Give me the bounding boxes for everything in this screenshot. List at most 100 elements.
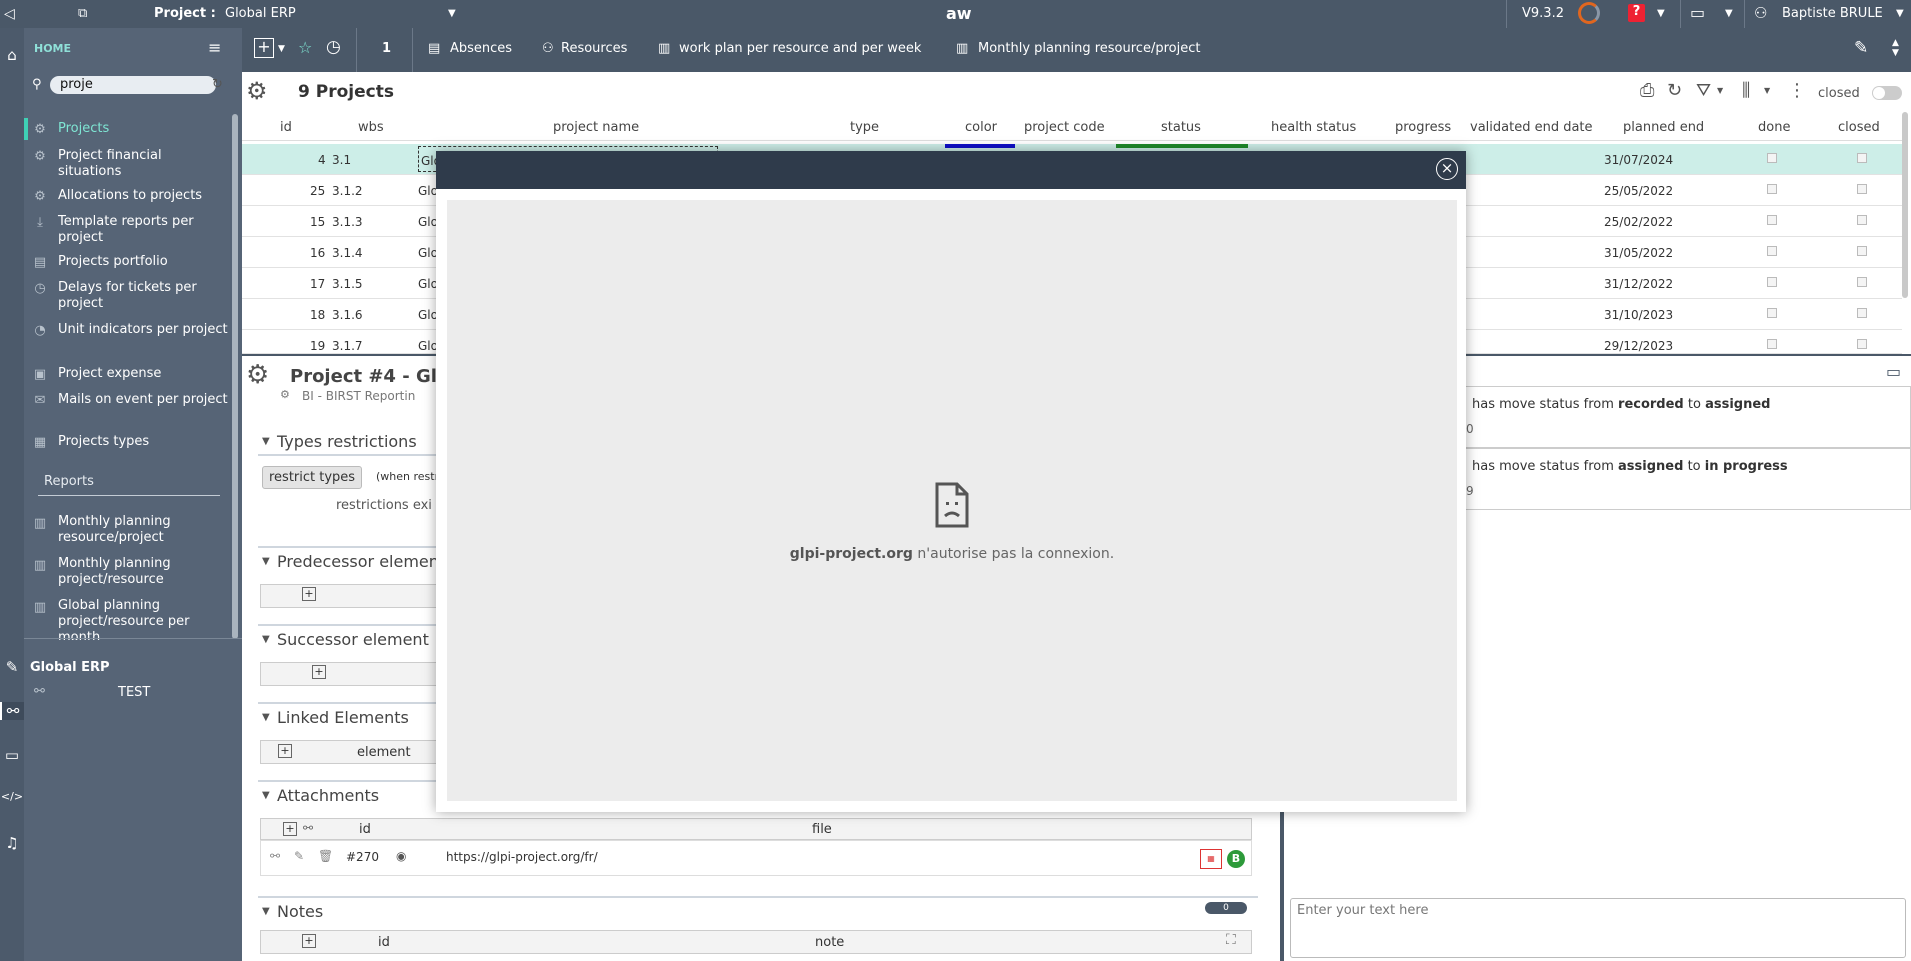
reset-icon[interactable]: ↻ [212,77,223,92]
closed-checkbox[interactable] [1857,215,1867,225]
add-attachment-icon[interactable]: + [283,822,297,836]
col-status[interactable]: status [1161,120,1201,135]
att-url[interactable]: https://glpi-project.org/fr/ [446,850,598,864]
sort-arrows-icon[interactable]: ▲ ▼ [1892,38,1899,58]
done-checkbox[interactable] [1767,153,1777,163]
chevron-down-icon[interactable]: ▼ [262,790,270,801]
restrict-types-button[interactable]: restrict types [262,466,363,489]
sidebar-item-indicators[interactable]: Unit indicators per project [58,322,228,338]
monitor-icon[interactable]: ▭ [1690,3,1705,22]
chevron-down-icon[interactable]: ▼ [1896,8,1904,19]
col-validated-end-date[interactable]: validated end date [1470,120,1593,135]
sidebar-report-global[interactable]: Global planning project/resource per mon… [58,598,228,640]
expand-icon[interactable]: ⛶ [1226,932,1236,948]
col-planned-end[interactable]: planned end [1623,120,1704,135]
section-types-restrictions[interactable]: Types restrictions [277,432,417,451]
user-icon[interactable]: ⚇ [1754,4,1767,22]
chevron-down-icon[interactable]: ▼ [262,556,270,567]
edit-icon[interactable]: ✎ [294,849,304,863]
edit-icon[interactable]: ✎ [1854,38,1868,58]
gear-icon[interactable]: ⚙ [246,360,269,390]
filter-icon[interactable]: ⛛ [1696,80,1711,101]
col-wbs[interactable]: wbs [358,120,384,135]
sidebar-item-projects[interactable]: Projects [58,121,228,137]
chevron-down-icon[interactable]: ▼ [1725,8,1733,19]
closed-checkbox[interactable] [1857,308,1867,318]
close-icon[interactable]: × [1436,158,1458,180]
more-icon[interactable]: ⋮ [1788,80,1806,101]
section-notes[interactable]: Notes [277,902,323,921]
done-checkbox[interactable] [1767,184,1777,194]
code-icon[interactable]: </> [0,790,24,803]
done-checkbox[interactable] [1767,246,1777,256]
chevron-down-icon[interactable]: ▼ [1657,8,1665,19]
sidebar-report-monthly-resource[interactable]: Monthly planning resource/project [58,514,228,546]
closed-checkbox[interactable] [1857,246,1867,256]
add-predecessor-icon[interactable]: + [302,587,316,601]
gear-icon[interactable]: ⚙ [246,77,268,105]
sidebar-report-monthly-project[interactable]: Monthly planning project/resource [58,556,228,588]
collapse-menu-icon[interactable]: ≡ [208,38,221,57]
sidebar-item-allocations[interactable]: Allocations to projects [58,188,228,204]
section-predecessor[interactable]: Predecessor elemen [277,552,439,571]
note-editor[interactable]: Enter your text here [1290,898,1906,958]
add-link-icon[interactable]: + [278,744,292,758]
link-icon[interactable]: ⚯ [303,821,313,835]
section-attachments[interactable]: Attachments [277,786,379,805]
add-icon[interactable]: + [254,38,274,58]
section-linked-elements[interactable]: Linked Elements [277,708,409,727]
closed-checkbox[interactable] [1857,184,1867,194]
done-checkbox[interactable] [1767,215,1777,225]
sidebar-item-template-reports[interactable]: Template reports per project [58,214,228,246]
chevron-down-icon[interactable]: ▼ [262,634,270,645]
col-project-name[interactable]: project name [553,120,639,135]
closed-checkbox[interactable] [1857,277,1867,287]
col-project-code[interactable]: project code [1024,120,1105,135]
search-input[interactable]: proje [50,76,216,94]
sidebar-item-types[interactable]: Projects types [58,434,228,450]
monitor-icon[interactable]: ▭ [1886,362,1901,381]
done-checkbox[interactable] [1767,277,1777,287]
done-checkbox[interactable] [1767,339,1777,349]
columns-icon[interactable]: ⫼ [1742,80,1750,101]
sidebar-item-portfolio[interactable]: Projects portfolio [58,254,228,270]
bookmark-icon[interactable]: ☆ [298,38,312,57]
add-successor-icon[interactable]: + [312,665,326,679]
link-icon[interactable]: ⚯ [270,849,280,863]
col-id[interactable]: id [280,120,292,135]
window-icon[interactable]: ⧉ [78,6,87,21]
list-scrollbar[interactable] [1902,112,1908,298]
sidebar-scrollbar[interactable] [232,114,238,639]
chevron-down-icon[interactable]: ▼ [1717,86,1723,95]
sidebar-item-financial[interactable]: Project financial situations [58,148,228,180]
folder-icon[interactable]: ▭ [0,746,24,764]
col-type[interactable]: type [850,120,879,135]
col-progress[interactable]: progress [1395,120,1451,135]
collapse-arrow-icon[interactable]: ◁ [4,6,15,22]
col-health-status[interactable]: health status [1271,120,1356,135]
sidebar-item-expense[interactable]: Project expense [58,366,228,382]
closed-checkbox[interactable] [1857,339,1867,349]
col-closed[interactable]: closed [1838,120,1880,135]
monthly-planning-link[interactable]: Monthly planning resource/project [978,41,1200,56]
refresh-icon[interactable]: ↻ [1667,80,1682,101]
home-label[interactable]: HOME [34,42,71,55]
sidebar-item-delays[interactable]: Delays for tickets per project [58,280,228,312]
chevron-down-icon[interactable]: ▼ [262,712,270,723]
user-name[interactable]: Baptiste BRULE [1782,6,1883,21]
done-checkbox[interactable] [1767,308,1777,318]
resources-link[interactable]: Resources [561,41,627,56]
col-color[interactable]: color [965,120,997,135]
trash-icon[interactable]: 🗑 [318,849,333,863]
workplan-link[interactable]: work plan per resource and per week [679,41,921,56]
link-icon[interactable]: ⚯ [0,702,24,720]
add-note-icon[interactable]: + [302,934,316,948]
bell-icon[interactable]: ♫ [0,834,24,852]
history-icon[interactable]: ◷ [326,37,341,57]
section-successor[interactable]: Successor element [277,630,429,649]
chevron-down-icon[interactable]: ▼ [262,906,270,917]
help-icon[interactable]: ? [1628,4,1645,22]
home-icon[interactable]: ⌂ [0,46,24,64]
export-icon[interactable]: ⎙ [1640,80,1654,101]
project-selector[interactable]: Global ERP [225,6,296,21]
